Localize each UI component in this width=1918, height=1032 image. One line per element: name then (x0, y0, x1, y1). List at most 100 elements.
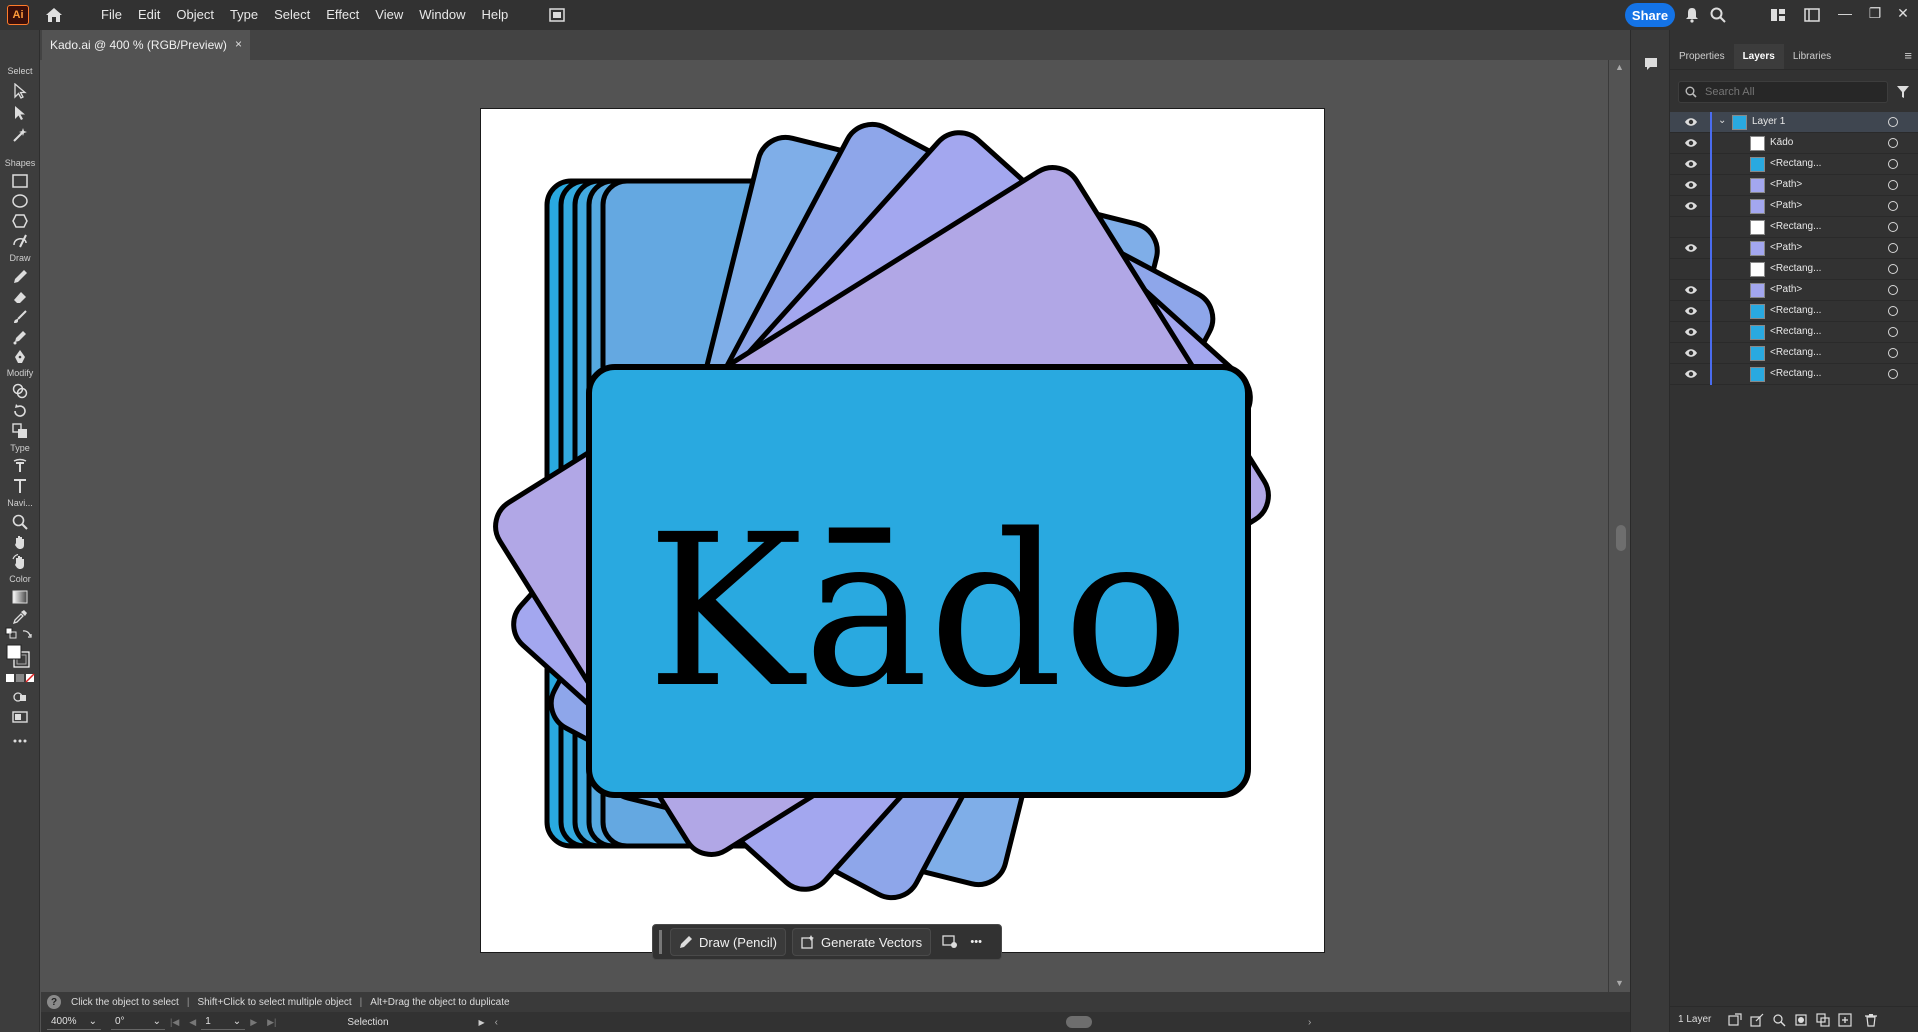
menu-effect[interactable]: Effect (318, 0, 367, 30)
close-tab-icon[interactable]: × (235, 37, 242, 51)
target-circle-icon[interactable] (1888, 159, 1898, 169)
target-circle-icon[interactable] (1888, 222, 1898, 232)
sublayer-row[interactable]: <Path> (1670, 175, 1918, 196)
scroll-right-icon[interactable]: › (1308, 1017, 1311, 1028)
menu-edit[interactable]: Edit (130, 0, 168, 30)
visibility-eye-icon[interactable] (1684, 116, 1698, 128)
target-circle-icon[interactable] (1888, 369, 1898, 379)
target-circle-icon[interactable] (1888, 117, 1898, 127)
target-circle-icon[interactable] (1888, 201, 1898, 211)
visibility-eye-icon[interactable] (1684, 158, 1698, 170)
more-options-icon[interactable]: ••• (963, 928, 989, 956)
polygon-tool-icon[interactable] (8, 210, 32, 232)
shape-builder-tool-icon[interactable] (8, 380, 32, 402)
direct-selection-tool-icon[interactable] (8, 102, 32, 124)
visibility-eye-icon[interactable] (1684, 347, 1698, 359)
vertical-scroll-thumb[interactable] (1616, 525, 1626, 551)
rectangle-tool-icon[interactable] (8, 170, 32, 192)
visibility-eye-icon[interactable] (1684, 305, 1698, 317)
sublayer-row[interactable]: <Path> (1670, 238, 1918, 259)
visibility-eye-icon[interactable] (1684, 242, 1698, 254)
target-circle-icon[interactable] (1888, 264, 1898, 274)
new-sublayer-icon[interactable] (1816, 1013, 1830, 1027)
eraser-tool-icon[interactable] (8, 286, 32, 308)
target-circle-icon[interactable] (1888, 285, 1898, 295)
home-icon[interactable] (39, 2, 69, 28)
edit-toolbar-icon[interactable] (8, 730, 32, 752)
gradient-tool-icon[interactable] (8, 586, 32, 608)
selection-tool-icon[interactable] (8, 80, 32, 102)
previous-artboard-icon[interactable]: ◀ (189, 1017, 196, 1028)
target-circle-icon[interactable] (1888, 306, 1898, 316)
sublayer-row[interactable]: <Rectang... (1670, 322, 1918, 343)
layer-name[interactable]: <Rectang... (1770, 305, 1821, 316)
eyedropper-tool-icon[interactable] (8, 606, 32, 628)
target-circle-icon[interactable] (1888, 327, 1898, 337)
menu-window[interactable]: Window (411, 0, 473, 30)
kado-logo-artwork[interactable]: Kādo (481, 109, 1324, 952)
generate-vectors-button[interactable]: Generate Vectors (792, 928, 932, 956)
taskbar-grip[interactable] (659, 930, 662, 954)
filter-icon[interactable] (1894, 82, 1912, 102)
artboard-field[interactable]: 1 ⌄ (201, 1014, 246, 1030)
layer-name[interactable]: <Path> (1770, 179, 1802, 190)
layer-name[interactable]: <Rectang... (1770, 368, 1821, 379)
target-circle-icon[interactable] (1888, 138, 1898, 148)
rotate-tool-icon[interactable] (8, 400, 32, 422)
paintbrush-tool-icon[interactable] (8, 306, 32, 328)
fill-stroke-swatch[interactable] (4, 642, 32, 670)
visibility-eye-icon[interactable] (1684, 368, 1698, 380)
menu-help[interactable]: Help (473, 0, 516, 30)
layers-search-box[interactable] (1678, 81, 1888, 103)
ellipse-tool-icon[interactable] (8, 190, 32, 212)
export-icon[interactable] (1750, 1013, 1764, 1027)
visibility-eye-icon[interactable] (1684, 137, 1698, 149)
sublayer-row[interactable]: <Rectang... (1670, 154, 1918, 175)
panel-layout-icon[interactable] (1802, 5, 1822, 25)
visibility-eye-icon[interactable] (1684, 284, 1698, 296)
clipping-mask-icon[interactable] (1794, 1013, 1808, 1027)
tab-properties[interactable]: Properties (1670, 44, 1734, 69)
blob-brush-tool-icon[interactable] (8, 326, 32, 348)
workspace-icon[interactable] (1768, 5, 1788, 25)
scroll-down-icon[interactable]: ▼ (1615, 978, 1624, 988)
zoom-tool-icon[interactable] (8, 511, 32, 533)
artboard[interactable]: Kādo (480, 108, 1325, 953)
sublayer-row[interactable]: <Rectang... (1670, 217, 1918, 238)
target-circle-icon[interactable] (1888, 243, 1898, 253)
notifications-icon[interactable] (1682, 5, 1702, 25)
delete-layer-icon[interactable] (1864, 1013, 1878, 1027)
tab-libraries[interactable]: Libraries (1784, 44, 1840, 69)
menu-view[interactable]: View (367, 0, 411, 30)
document-tab[interactable]: Kado.ai @ 400 % (RGB/Preview) × (42, 30, 250, 60)
swap-colors-icon[interactable] (20, 626, 34, 640)
draw-pencil-button[interactable]: Draw (Pencil) (670, 928, 787, 956)
restore-button[interactable]: ❐ (1862, 2, 1888, 24)
hand-tool-icon[interactable] (8, 531, 32, 553)
status-menu-icon[interactable]: ▶ (479, 1018, 485, 1027)
drawing-modes-icon[interactable] (8, 686, 32, 708)
minimize-button[interactable]: — (1832, 2, 1858, 24)
scroll-left-icon[interactable]: ‹ (495, 1017, 498, 1028)
layers-search-input[interactable] (1705, 86, 1875, 98)
layer-name[interactable]: <Rectang... (1770, 326, 1821, 337)
layer-name[interactable]: Layer 1 (1752, 116, 1785, 127)
sublayer-row[interactable]: <Rectang... (1670, 343, 1918, 364)
pen-tool-icon[interactable] (8, 346, 32, 368)
collect-export-icon[interactable] (1728, 1013, 1742, 1027)
layer-name[interactable]: <Rectang... (1770, 263, 1821, 274)
color-mode-icons[interactable] (4, 672, 36, 684)
share-button[interactable]: Share (1625, 3, 1675, 27)
scroll-up-icon[interactable]: ▲ (1615, 62, 1624, 72)
layer-name[interactable]: <Rectang... (1770, 158, 1821, 169)
default-colors-icon[interactable] (4, 626, 18, 640)
layer-name[interactable]: <Path> (1770, 200, 1802, 211)
visibility-eye-icon[interactable] (1684, 179, 1698, 191)
visibility-eye-icon[interactable] (1684, 326, 1698, 338)
tab-layers[interactable]: Layers (1733, 44, 1784, 69)
locate-object-icon[interactable] (1772, 1013, 1786, 1027)
layer-row[interactable]: ⌄ Layer 1 (1670, 112, 1918, 133)
sublayer-row[interactable]: <Rectang... (1670, 259, 1918, 280)
help-icon[interactable]: ? (47, 995, 61, 1009)
sublayer-row[interactable]: <Path> (1670, 280, 1918, 301)
